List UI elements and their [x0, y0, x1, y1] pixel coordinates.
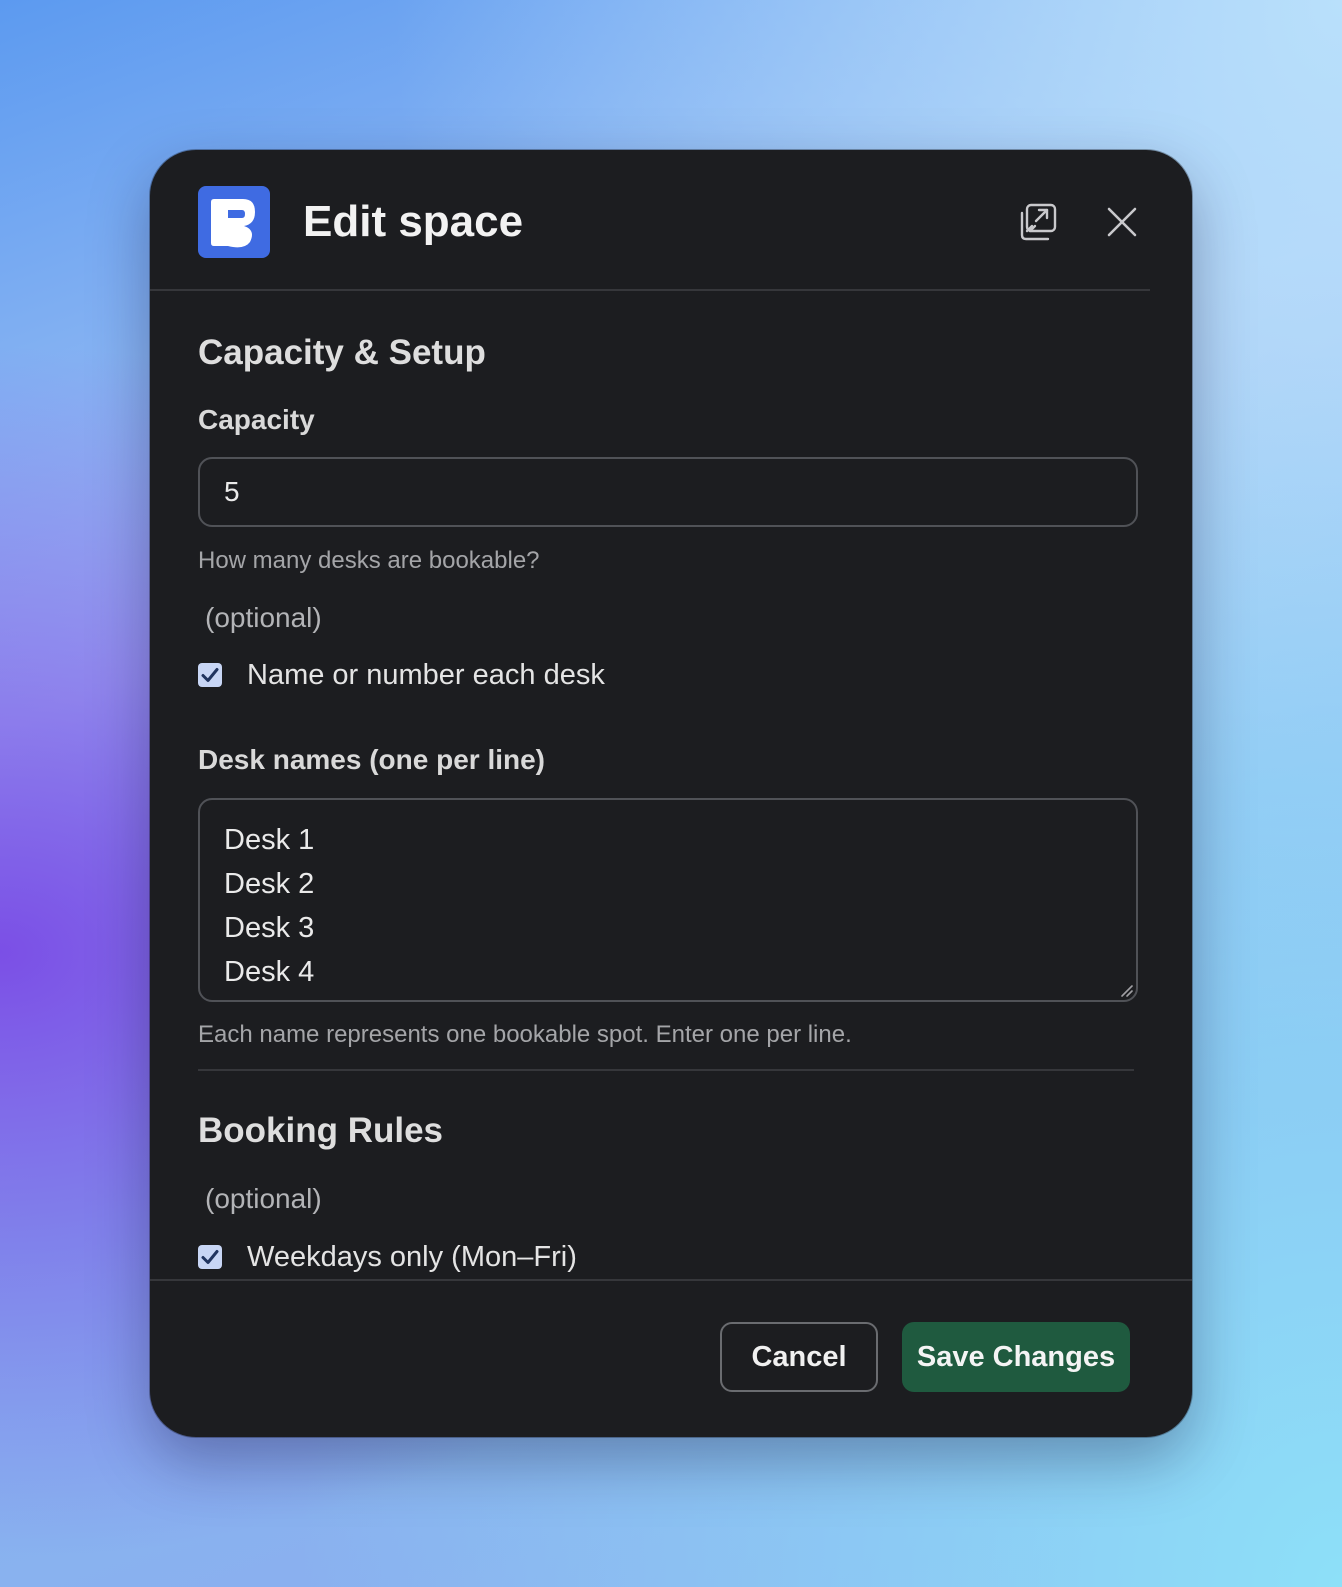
weekdays-checkbox[interactable] — [198, 1245, 222, 1269]
desk-names-label: Desk names (one per line) — [198, 744, 546, 775]
desk-names-hint: Each name represents one bookable spot. … — [198, 1021, 852, 1048]
optional-label: (optional) — [205, 602, 322, 633]
capacity-input[interactable] — [198, 457, 1138, 527]
edit-space-dialog: Edit space Capacity & Setup Capacity How… — [150, 150, 1192, 1437]
close-button[interactable] — [1096, 196, 1148, 248]
section-divider — [198, 1069, 1134, 1071]
popout-icon — [1020, 203, 1057, 241]
desk-name-line: Desk 4 — [224, 956, 315, 988]
close-icon — [1107, 207, 1137, 237]
booking-rules-title: Booking Rules — [198, 1111, 444, 1150]
name-desks-checkbox[interactable] — [198, 663, 222, 687]
desk-name-line: Desk 2 — [224, 868, 315, 900]
capacity-section-title: Capacity & Setup — [198, 333, 486, 372]
capacity-label: Capacity — [198, 404, 315, 435]
desk-name-line: Desk 1 — [224, 824, 315, 856]
dialog-body[interactable]: Capacity & Setup Capacity How many desks… — [150, 291, 1192, 1430]
cancel-button[interactable]: Cancel — [720, 1322, 878, 1392]
weekdays-option[interactable]: Weekdays only (Mon–Fri) — [198, 1239, 577, 1275]
footer-divider — [150, 1279, 1192, 1281]
dialog-title: Edit space — [303, 197, 524, 246]
capacity-hint: How many desks are bookable? — [198, 547, 540, 574]
booking-optional-label: (optional) — [205, 1183, 322, 1214]
resize-grip-icon[interactable] — [1118, 982, 1134, 998]
name-desks-option[interactable]: Name or number each desk — [198, 657, 605, 693]
dialog-header: Edit space — [150, 150, 1192, 290]
save-changes-button[interactable]: Save Changes — [902, 1322, 1130, 1392]
desk-names-textarea[interactable]: Desk 1 Desk 2 Desk 3 Desk 4 — [198, 798, 1138, 1002]
checkmark-icon — [201, 668, 219, 682]
desk-name-line: Desk 3 — [224, 912, 315, 944]
checkmark-icon — [201, 1250, 219, 1264]
desk-names-content: Desk 1 Desk 2 Desk 3 Desk 4 — [224, 818, 314, 994]
weekdays-label[interactable]: Weekdays only (Mon–Fri) — [247, 1239, 577, 1275]
name-desks-label[interactable]: Name or number each desk — [247, 657, 605, 693]
app-logo-icon — [198, 186, 270, 258]
popout-button[interactable] — [1012, 196, 1064, 248]
